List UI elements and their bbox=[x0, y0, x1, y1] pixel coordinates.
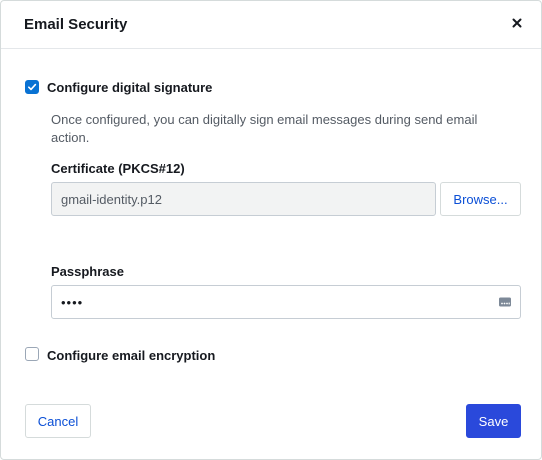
cancel-button[interactable]: Cancel bbox=[25, 404, 91, 438]
dialog-header: Email Security bbox=[1, 1, 541, 49]
passphrase-value: •••• bbox=[61, 294, 84, 310]
save-button[interactable]: Save bbox=[466, 404, 521, 438]
passphrase-label: Passphrase bbox=[51, 264, 124, 279]
check-icon bbox=[28, 83, 37, 91]
digital-signature-checkbox[interactable] bbox=[25, 80, 39, 94]
browse-button[interactable]: Browse... bbox=[440, 182, 521, 216]
dialog-title: Email Security bbox=[24, 16, 128, 33]
signature-description: Once configured, you can digitally sign … bbox=[51, 112, 478, 145]
email-encryption-label[interactable]: Configure email encryption bbox=[47, 348, 215, 363]
certificate-value: gmail-identity.p12 bbox=[61, 191, 162, 207]
email-security-dialog: Email Security Configure digital signatu… bbox=[0, 0, 542, 460]
email-encryption-checkbox[interactable] bbox=[25, 347, 39, 361]
close-icon bbox=[512, 18, 522, 28]
close-button[interactable] bbox=[509, 15, 525, 31]
password-key-icon[interactable] bbox=[498, 295, 512, 309]
digital-signature-label[interactable]: Configure digital signature bbox=[47, 80, 212, 95]
passphrase-input[interactable]: •••• bbox=[51, 285, 521, 319]
certificate-input: gmail-identity.p12 bbox=[51, 182, 436, 216]
certificate-label: Certificate (PKCS#12) bbox=[51, 161, 185, 176]
